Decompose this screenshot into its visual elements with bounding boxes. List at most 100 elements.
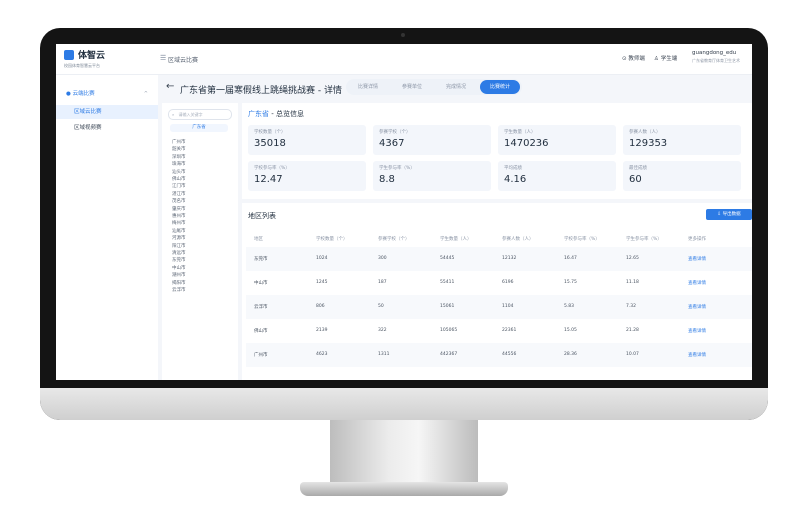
tree-city-node[interactable]: 云浮市 (172, 287, 186, 293)
stat-box: 学校参与率（%） 12.47 (248, 161, 366, 191)
search-placeholder: 请输入关键字 (178, 112, 203, 117)
table-cell: 442367 (440, 352, 458, 357)
column-header[interactable]: 学校参与率（%） (564, 236, 600, 242)
stat-value: 4.16 (504, 174, 527, 185)
table-row: 中山市 1245 187 55411 6196 15.75 11.18 查看详情 (246, 271, 752, 295)
sidebar: ● 云端比赛 ^ 区域云比赛 区域视频赛 (56, 75, 158, 380)
column-header[interactable]: 参赛学校（个） (378, 236, 410, 242)
stat-label: 平均成绩 (504, 166, 522, 171)
overview-card: 广东省 - 总览信息 学校数量（个） 35018 参赛学校（个） 4367 学生数量（人… (242, 103, 752, 199)
stat-value: 12.47 (254, 174, 283, 185)
tab-participants[interactable]: 参赛单位 (392, 80, 432, 94)
table-row: 佛山市 2139 322 105065 22361 15.05 21.28 查看详情 (246, 319, 752, 343)
region-table-card: 地区列表 ⇩ 导出数据 地区 学校数量（个） 参赛学校（个） 学生数量（人） 参赛人数（… (242, 203, 752, 380)
table-cell: 55411 (440, 280, 455, 285)
view-details-link[interactable]: 查看详情 (688, 352, 706, 358)
tree-city-node[interactable]: 茂名市 (172, 198, 186, 204)
table-cell: 佛山市 (254, 329, 268, 334)
table-row: 广州市 4623 1311 442367 44556 28.36 10.07 查看详情 (246, 343, 752, 367)
tree-city-node[interactable]: 梅州市 (172, 220, 186, 226)
brand-subtitle: 校园体育智慧云平台 (64, 63, 100, 68)
column-header[interactable]: 学生数量（人） (440, 236, 472, 242)
tree-city-node[interactable]: 汕尾市 (172, 228, 186, 234)
stat-label: 参赛人数（人） (629, 130, 661, 135)
sidebar-item-label: 区域云比赛 (74, 109, 102, 115)
table-row: 云浮市 806 50 15061 1104 5.83 7.32 查看详情 (246, 295, 752, 319)
stat-box: 参赛学校（个） 4367 (373, 125, 491, 155)
stat-box: 学生数量（人） 1470236 (498, 125, 616, 155)
tree-search-input[interactable]: ⌕ 请输入关键字 (168, 109, 232, 120)
stat-value: 8.8 (379, 174, 395, 185)
tree-city-node[interactable]: 珠海市 (172, 161, 186, 167)
top-bar: 体智云 校园体育智慧云平台 ☰ 区域云比赛 ⊙ 教师端 ♙ 学生端 guangd… (56, 44, 752, 75)
monitor-chin (40, 388, 768, 420)
view-details-link[interactable]: 查看详情 (688, 256, 706, 262)
tree-city-node[interactable]: 佛山市 (172, 176, 186, 182)
table-cell: 2139 (316, 328, 328, 333)
tree-city-node[interactable]: 中山市 (172, 265, 186, 271)
export-button[interactable]: ⇩ 导出数据 (706, 209, 752, 220)
stat-box: 学校数量（个） 35018 (248, 125, 366, 155)
tree-city-node[interactable]: 清远市 (172, 250, 186, 256)
monitor-stand (330, 420, 478, 486)
menu-icon[interactable]: ☰ (160, 54, 166, 62)
view-details-link[interactable]: 查看详情 (688, 280, 706, 286)
table-cell: 105065 (440, 328, 458, 333)
tree-city-node[interactable]: 汕头市 (172, 169, 186, 175)
column-header: 地区 (254, 237, 263, 242)
table-cell: 16.47 (564, 256, 577, 261)
table-cell: 东莞市 (254, 257, 268, 262)
column-header[interactable]: 学生参与率（%） (626, 236, 662, 242)
logo-icon (64, 50, 74, 60)
sidebar-item-region-video[interactable]: 区域视频赛 (56, 121, 158, 135)
stat-value: 35018 (254, 138, 286, 149)
cloud-icon: ● (66, 91, 71, 97)
stat-label: 学生参与率（%） (379, 166, 415, 171)
tree-city-node[interactable]: 潮州市 (172, 272, 186, 278)
tree-city-node[interactable]: 深圳市 (172, 154, 186, 160)
back-arrow-icon[interactable]: ← (166, 81, 174, 92)
student-link[interactable]: ♙ 学生端 (654, 54, 677, 62)
table-title: 地区列表 (248, 212, 276, 220)
sidebar-group-cloud-match[interactable]: ● 云端比赛 ^ (56, 87, 158, 101)
stat-label: 参赛学校（个） (379, 130, 411, 135)
teacher-link[interactable]: ⊙ 教师端 (622, 54, 645, 62)
tree-city-node[interactable]: 湛江市 (172, 191, 186, 197)
tab-completion[interactable]: 完成情况 (436, 80, 476, 94)
sidebar-item-region-match[interactable]: 区域云比赛 (56, 105, 158, 119)
tree-city-node[interactable]: 韶关市 (172, 146, 186, 152)
table-cell: 7.32 (626, 304, 637, 309)
tree-city-node[interactable]: 惠州市 (172, 213, 186, 219)
tree-city-node[interactable]: 肇庆市 (172, 206, 186, 212)
table-cell: 50 (378, 304, 384, 309)
tree-city-node[interactable]: 揭阳市 (172, 280, 186, 286)
tab-match-details[interactable]: 比赛详情 (348, 80, 388, 94)
tab-statistics[interactable]: 比赛统计 (480, 80, 521, 94)
teacher-label: 教师端 (628, 56, 645, 62)
username: guangdong_edu (692, 50, 737, 56)
table-cell: 4623 (316, 352, 328, 357)
student-label: 学生端 (660, 56, 678, 62)
user-menu[interactable]: guangdong_edu 广东省教育厅体育卫生艺术 (692, 50, 740, 64)
tree-city-node[interactable]: 广州市 (172, 139, 186, 145)
stat-value: 1470236 (504, 138, 549, 149)
tree-root-node[interactable]: 广东省 (170, 124, 228, 132)
view-details-link[interactable]: 查看详情 (688, 304, 706, 310)
tree-city-node[interactable]: 阳江市 (172, 243, 186, 249)
stat-value: 60 (629, 174, 642, 185)
stat-label: 学生数量（人） (504, 130, 536, 135)
view-details-link[interactable]: 查看详情 (688, 328, 706, 334)
column-header[interactable]: 参赛人数（人） (502, 236, 534, 242)
table-cell: 1104 (502, 304, 514, 309)
table-cell: 10.07 (626, 352, 639, 357)
tree-city-node[interactable]: 江门市 (172, 183, 186, 189)
stat-box: 参赛人数（人） 129353 (623, 125, 741, 155)
column-header[interactable]: 学校数量（个） (316, 236, 348, 242)
tree-city-node[interactable]: 河源市 (172, 235, 186, 241)
column-header: 更多操作 (688, 237, 706, 242)
overview-region: 广东省 (248, 110, 269, 118)
tree-city-node[interactable]: 东莞市 (172, 257, 186, 263)
table-cell: 21.28 (626, 328, 639, 333)
stat-label: 学校参与率（%） (254, 166, 290, 171)
table-cell: 187 (378, 280, 387, 285)
